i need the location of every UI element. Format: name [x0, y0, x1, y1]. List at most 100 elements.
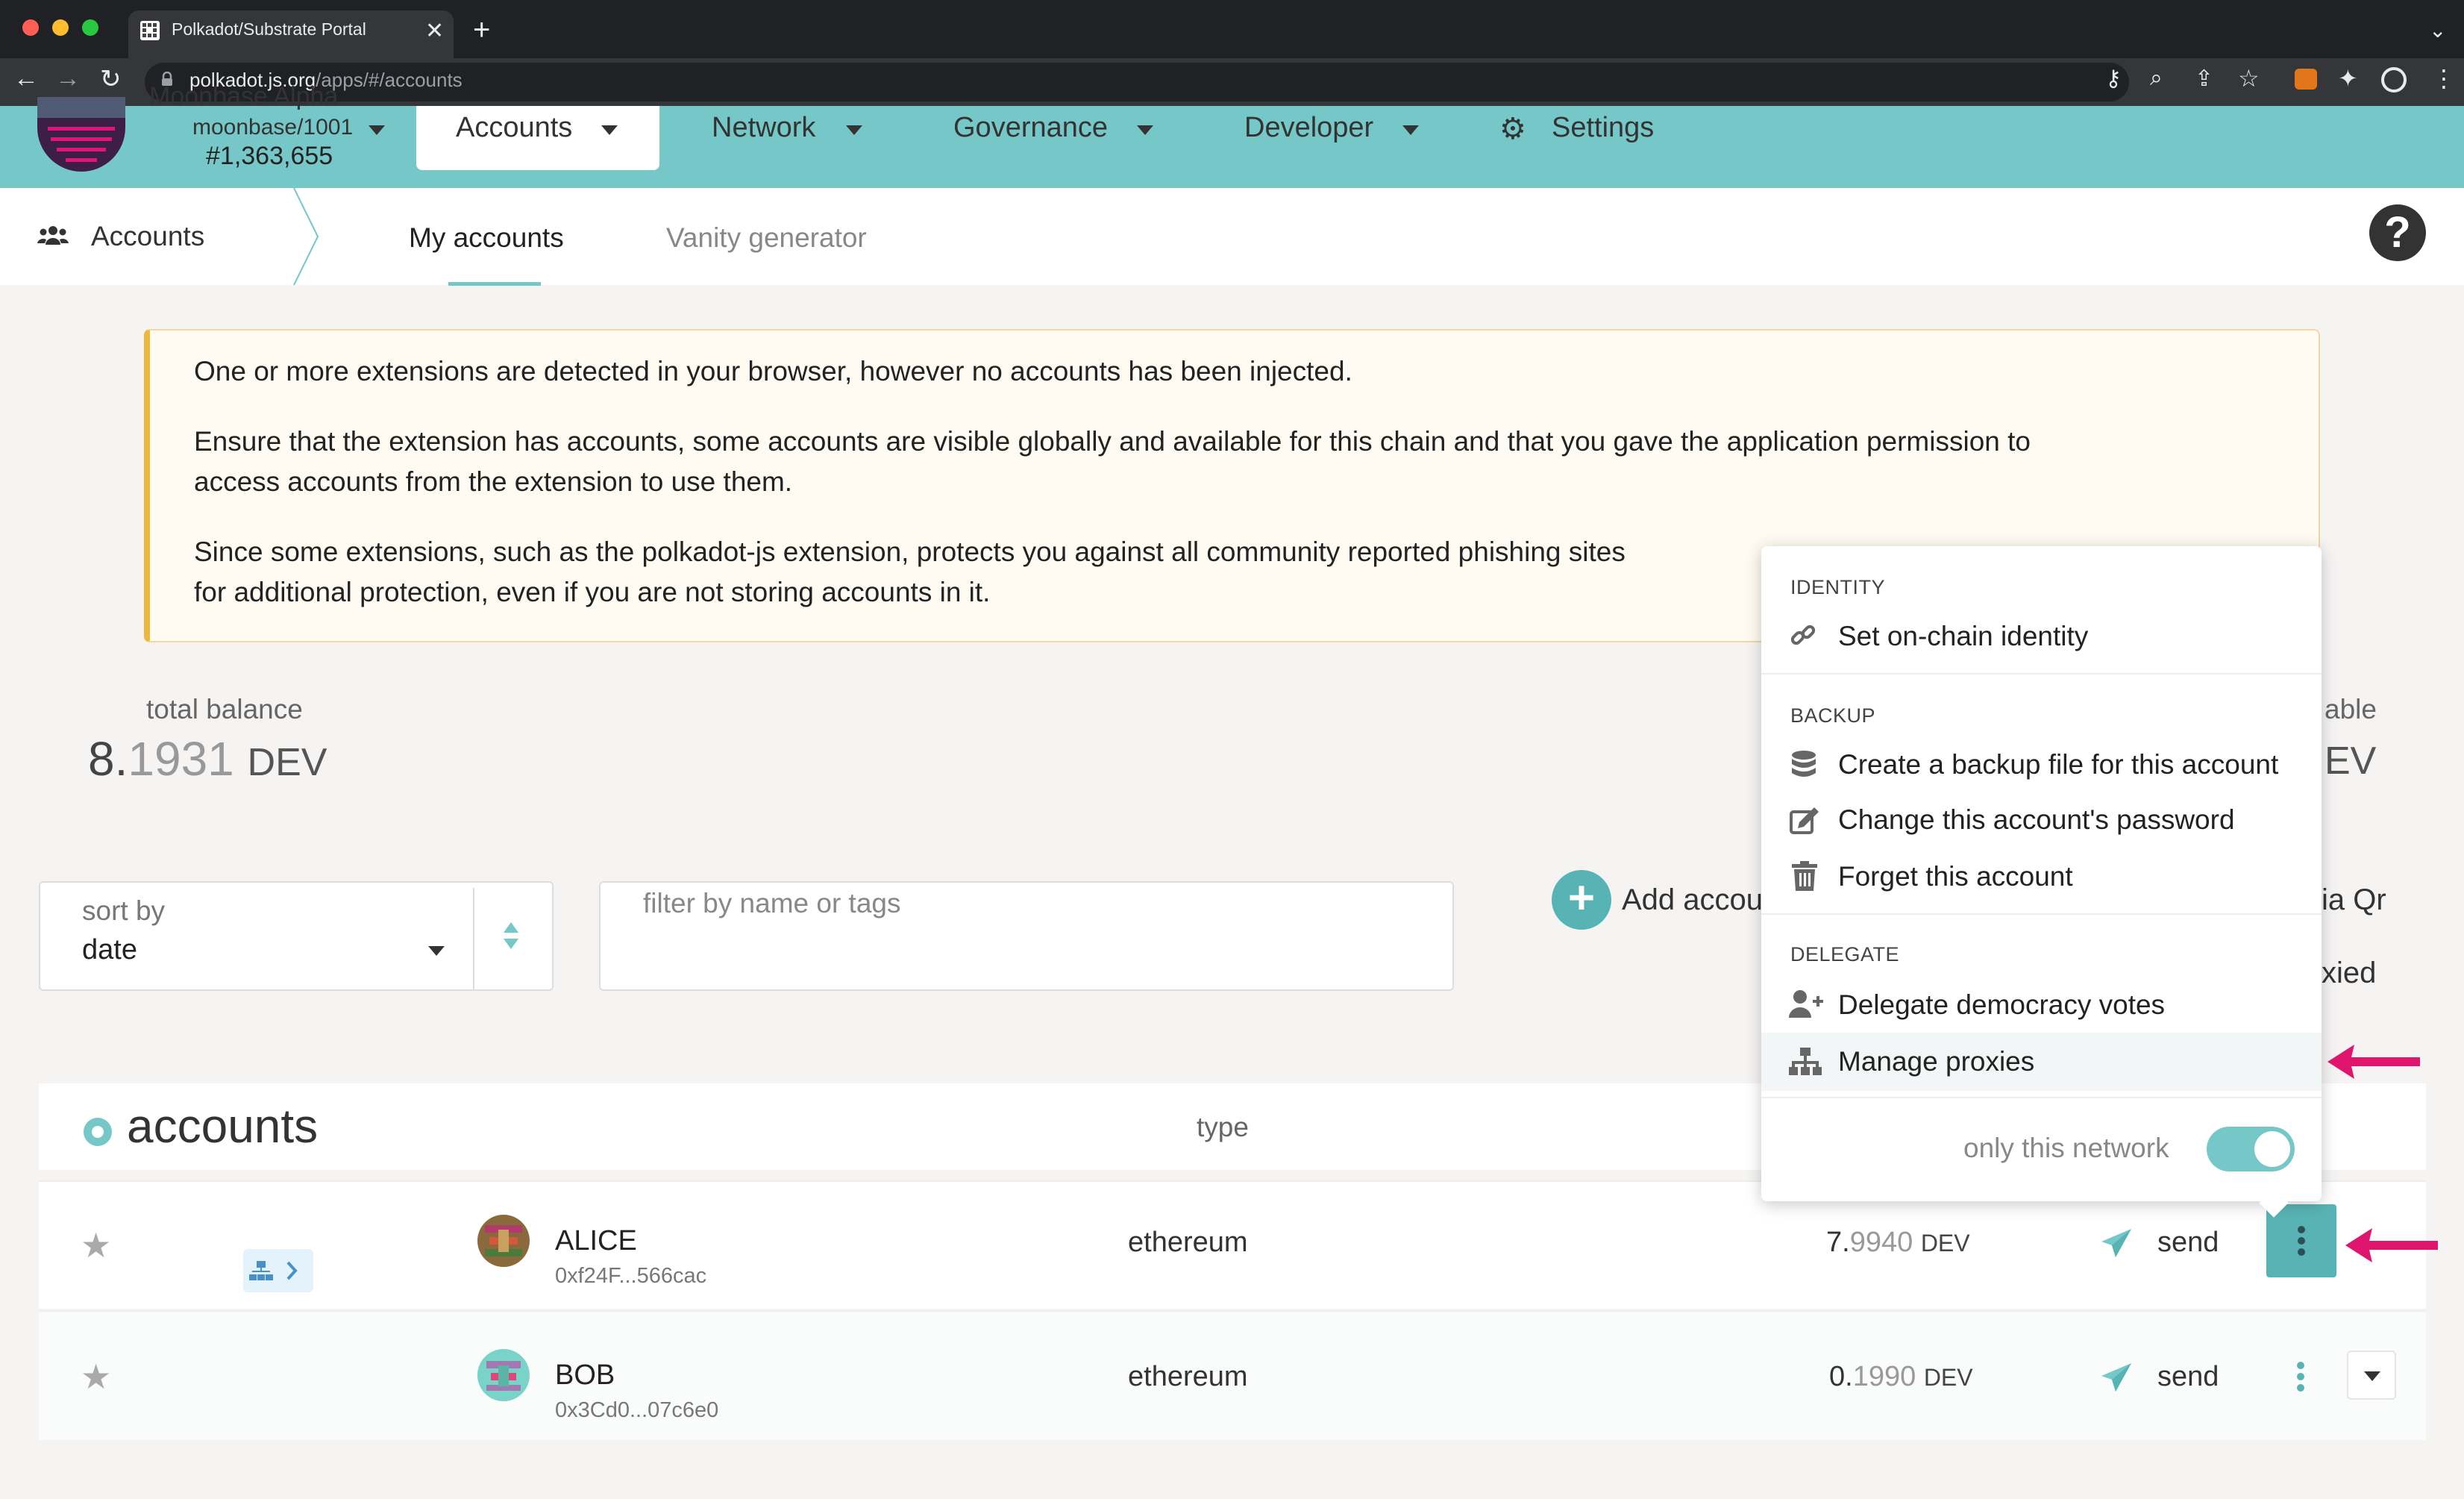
block-number: #1,363,655: [206, 142, 333, 170]
add-account-plus-icon[interactable]: +: [1552, 870, 1611, 930]
back-icon[interactable]: ←: [13, 64, 39, 93]
metamask-extension-icon[interactable]: [2295, 69, 2317, 90]
app-header: [0, 106, 2464, 188]
forward-icon[interactable]: →: [55, 64, 81, 93]
proxy-badge[interactable]: [243, 1249, 313, 1292]
chain-name: Moonbase Alpha: [149, 82, 339, 110]
menu-item-manage-proxies[interactable]: Manage proxies: [1838, 1046, 2034, 1077]
profile-avatar-icon[interactable]: [2381, 67, 2407, 93]
trash-icon: [1792, 861, 1817, 891]
share-icon[interactable]: ⇪: [2195, 66, 2213, 92]
status-dot-icon: [84, 1118, 112, 1146]
transferrable-value-fragment: EV: [2325, 739, 2377, 783]
banner-line-2b: access accounts from the extension to us…: [194, 466, 793, 497]
menu-item-forget-account[interactable]: Forget this account: [1838, 861, 2073, 892]
menu-divider: [1761, 673, 2322, 675]
proxied-button-fragment[interactable]: xied: [2322, 957, 2376, 990]
total-balance-value: 8.1931 DEV: [88, 732, 327, 786]
users-icon: [37, 224, 69, 246]
user-plus-icon: [1789, 989, 1823, 1018]
send-button[interactable]: send: [2157, 1361, 2219, 1393]
database-icon: [1790, 751, 1817, 780]
chevron-down-icon: [1402, 125, 1419, 135]
sitemap-icon: [1789, 1048, 1822, 1076]
menu-item-set-identity[interactable]: Set on-chain identity: [1838, 621, 2088, 652]
add-account-button[interactable]: Add accou: [1622, 883, 1763, 917]
zoom-icon[interactable]: ⌕: [2150, 66, 2163, 91]
paper-plane-icon: [2101, 1228, 2132, 1258]
window-zoom-button[interactable]: [82, 19, 98, 36]
sort-divider: [473, 888, 474, 989]
account-address[interactable]: 0x3Cd0...07c6e0: [555, 1398, 718, 1423]
extensions-puzzle-icon[interactable]: ✦: [2338, 64, 2358, 93]
account-address[interactable]: 0xf24F...566cac: [555, 1264, 706, 1289]
menu-item-delegate-votes[interactable]: Delegate democracy votes: [1838, 989, 2165, 1021]
section-title: Accounts: [91, 221, 205, 251]
banner-line-3a: Since some extensions, such as the polka…: [194, 536, 1626, 567]
menu-item-change-password[interactable]: Change this account's password: [1838, 804, 2235, 836]
menu-network[interactable]: Network: [712, 112, 815, 144]
sitemap-icon: [249, 1261, 298, 1280]
tab-vanity-generator[interactable]: Vanity generator: [666, 222, 867, 254]
type-column-header: type: [1197, 1112, 1249, 1142]
account-type: ethereum: [1128, 1227, 1248, 1258]
add-via-qr-button-fragment[interactable]: ia Qr: [2322, 883, 2386, 917]
tab-search-icon[interactable]: ⌄: [2429, 18, 2446, 43]
tab-close-icon[interactable]: ✕: [425, 18, 444, 44]
account-name[interactable]: ALICE: [555, 1225, 637, 1257]
send-button[interactable]: send: [2157, 1227, 2219, 1259]
menu-divider: [1761, 1097, 2322, 1098]
account-balance: 0.1990 DEV: [1829, 1361, 1973, 1392]
transferrable-label-fragment: able: [2325, 694, 2377, 725]
annotation-arrow-icon: [2327, 1043, 2420, 1080]
sub-navigation: [0, 188, 2464, 285]
chain-selector-caret-icon[interactable]: [369, 125, 385, 135]
menu-settings[interactable]: Settings: [1552, 112, 1654, 144]
menu-item-create-backup[interactable]: Create a backup file for this account: [1838, 749, 2278, 780]
reload-icon[interactable]: ↻: [100, 64, 122, 94]
browser-menu-icon[interactable]: ⋮: [2432, 64, 2456, 93]
only-this-network-label: only this network: [1963, 1133, 2169, 1163]
expand-row-button[interactable]: [2347, 1351, 2396, 1400]
breadcrumb-divider: [291, 188, 321, 285]
gears-icon: ⚙: [1499, 113, 1526, 145]
avatar: [477, 1349, 530, 1401]
menu-divider: [1761, 913, 2322, 915]
edit-icon: [1789, 806, 1819, 836]
favorite-star-icon[interactable]: ★: [81, 1356, 111, 1397]
section-heading-backup: BACKUP: [1790, 704, 1876, 727]
account-balance: 7.9940 DEV: [1826, 1227, 1970, 1258]
window-minimize-button[interactable]: [52, 19, 69, 36]
chevron-down-icon: [846, 125, 862, 135]
account-name[interactable]: BOB: [555, 1359, 615, 1392]
kebab-icon[interactable]: [2286, 1358, 2316, 1395]
favicon-icon: [140, 21, 160, 40]
chevron-down-icon[interactable]: [428, 946, 445, 956]
section-heading-delegate: DELEGATE: [1790, 943, 1900, 966]
chevron-down-icon: [601, 125, 618, 135]
tab-title: Polkadot/Substrate Portal: [172, 19, 366, 39]
menu-governance[interactable]: Governance: [953, 112, 1108, 144]
chevron-down-icon: [1137, 125, 1153, 135]
total-balance-label: total balance: [146, 694, 303, 725]
bookmark-star-icon[interactable]: ☆: [2238, 64, 2260, 93]
favorite-star-icon[interactable]: ★: [81, 1225, 111, 1265]
sort-by-value[interactable]: date: [82, 934, 137, 966]
key-icon[interactable]: ⚷: [2105, 66, 2122, 92]
menu-accounts-label[interactable]: Accounts: [456, 112, 572, 144]
help-icon[interactable]: ?: [2369, 204, 2426, 261]
account-type: ethereum: [1128, 1361, 1248, 1392]
menu-developer[interactable]: Developer: [1244, 112, 1373, 144]
banner-line-2a: Ensure that the extension has accounts, …: [194, 426, 2031, 457]
filter-placeholder: filter by name or tags: [643, 888, 901, 919]
account-actions-button[interactable]: [2266, 1204, 2336, 1277]
chain-spec[interactable]: moonbase/1001: [192, 115, 353, 140]
toggle-knob[interactable]: [2254, 1131, 2290, 1167]
banner-line-1: One or more extensions are detected in y…: [194, 356, 1352, 387]
sort-direction-icon[interactable]: [503, 921, 519, 951]
new-tab-icon[interactable]: +: [473, 13, 490, 47]
banner-line-3b: for additional protection, even if you a…: [194, 577, 991, 607]
tab-my-accounts[interactable]: My accounts: [409, 222, 564, 254]
link-icon: [1789, 621, 1819, 651]
window-close-button[interactable]: [22, 19, 39, 36]
